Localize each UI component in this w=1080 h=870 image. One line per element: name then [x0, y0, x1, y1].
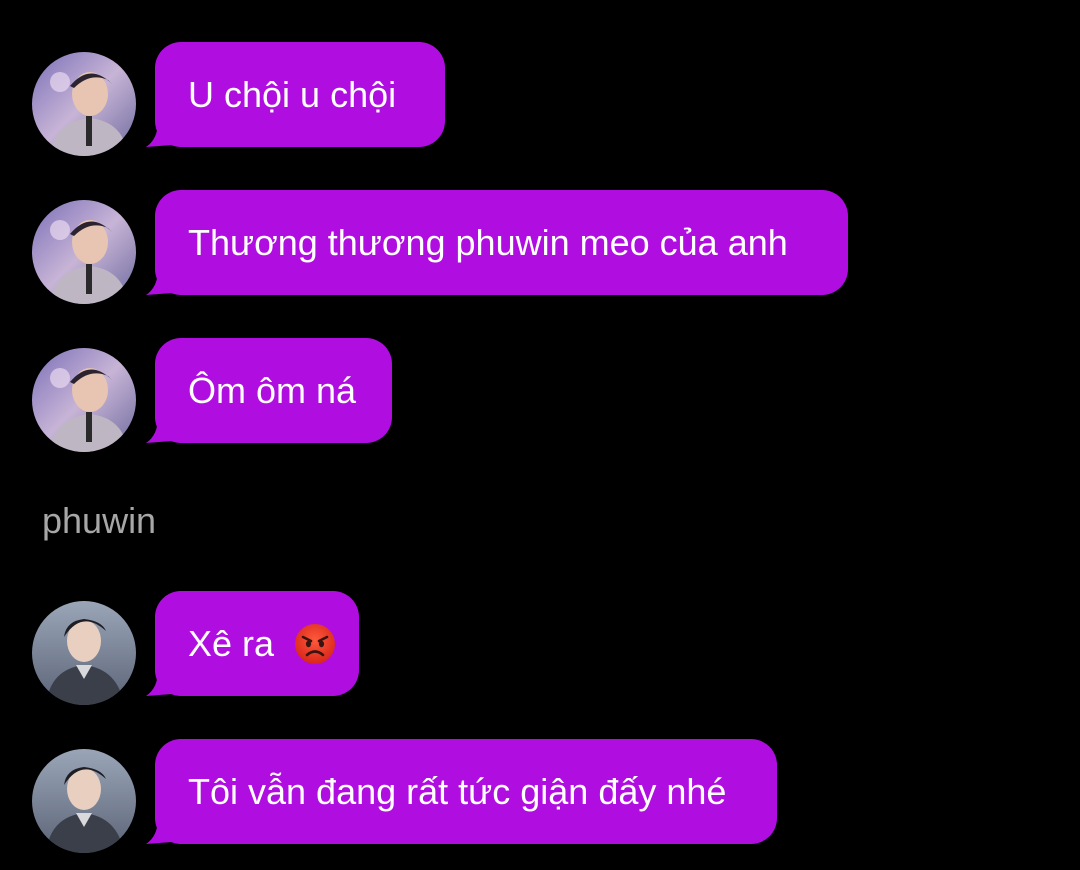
avatar[interactable] [32, 200, 136, 304]
avatar[interactable] [32, 52, 136, 156]
message-row: U chội u chội [0, 42, 1080, 156]
avatar[interactable] [32, 601, 136, 705]
sender-name: phuwin [42, 500, 157, 541]
message-text: Xê ra [188, 623, 275, 664]
message-row: Tôi vẫn đang rất tức giận đấy nhé [0, 739, 1080, 853]
avatar[interactable] [32, 749, 136, 853]
message-bubble[interactable]: Ôm ôm ná [155, 338, 392, 443]
message-text: Ôm ôm ná [188, 370, 357, 411]
message-text: U chội u chội [188, 74, 397, 115]
message-text: Thương thương phuwin meo của anh [188, 222, 788, 263]
message-text: Tôi vẫn đang rất tức giận đấy nhé [188, 771, 727, 812]
message-row: Xê ra [0, 591, 1080, 705]
message-row: Thương thương phuwin meo của anh [0, 190, 1080, 304]
message-bubble[interactable]: Thương thương phuwin meo của anh [155, 190, 848, 295]
angry-face-icon [295, 624, 336, 664]
message-bubble[interactable]: Tôi vẫn đang rất tức giận đấy nhé [155, 739, 777, 844]
message-bubble[interactable]: U chội u chội [155, 42, 445, 147]
message-row: Ôm ôm ná [0, 338, 1080, 452]
avatar[interactable] [32, 348, 136, 452]
message-bubble[interactable]: Xê ra [155, 591, 359, 696]
